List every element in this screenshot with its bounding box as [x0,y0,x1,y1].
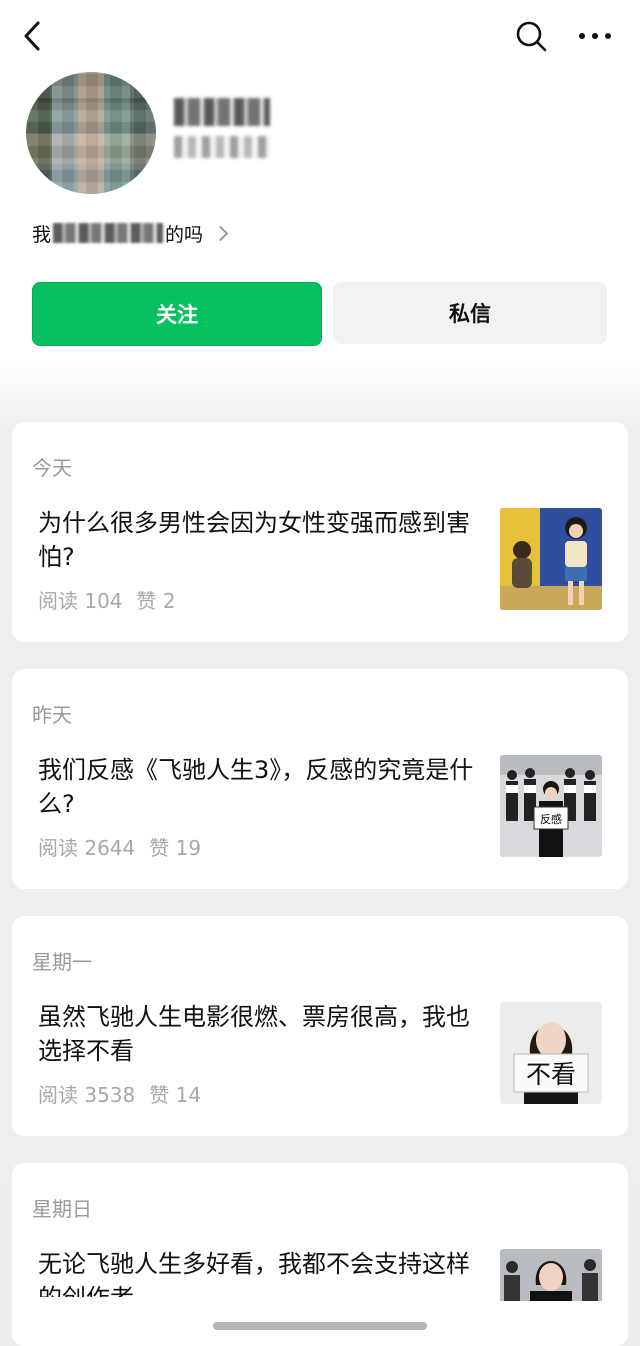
profile-name-redacted [174,98,270,126]
article-date: 星期一 [32,950,92,974]
message-button[interactable]: 私信 [333,282,607,344]
like-count: 赞 14 [149,1083,202,1107]
article-card[interactable]: 星期日 无论飞驰人生多好看，我都不会支持这样的创作者 [12,1163,628,1346]
like-count: 赞 19 [149,836,202,860]
read-count: 阅读 104 [38,589,123,613]
article-date: 星期日 [32,1197,92,1221]
article-card[interactable]: 昨天 我们反感《飞驰人生3》，反感的究竟是什么? 阅读 2644 赞 19 反感 [12,669,628,889]
more-horizontal-icon [579,33,611,39]
article-title: 我们反感《飞驰人生3》，反感的究竟是什么? [38,756,474,818]
read-count: 阅读 3538 [38,1083,136,1107]
article-card[interactable]: 今天 为什么很多男性会因为女性变强而感到害怕? 阅读 104 赞 2 [12,422,628,642]
top-bar [0,0,640,70]
person-sign-image: 不看 [500,1002,602,1104]
avatar[interactable] [26,72,156,194]
search-button[interactable] [508,14,554,58]
chevron-left-icon [24,21,40,51]
bio-text-start: 我 [32,223,52,246]
like-count: 赞 2 [136,589,176,613]
article-title: 为什么很多男性会因为女性变强而感到害怕? [38,509,470,571]
protest-photo-image: 反感 [500,755,602,857]
crowd-photo-image [500,1249,602,1301]
article-thumbnail [500,1249,602,1301]
follow-button[interactable]: 关注 [32,282,322,346]
profile-bio[interactable]: 我 的吗 [32,218,229,248]
search-icon [516,21,547,52]
sign-text: 不看 [526,1060,576,1089]
bio-text-end: 的吗 [165,223,204,246]
article-thumbnail: 不看 [500,1002,602,1104]
bio-redacted [53,223,164,243]
article-thumbnail [500,508,602,610]
article-date: 今天 [32,456,72,480]
sign-text: 反感 [540,813,562,826]
article-meta: 阅读 104 赞 2 [38,585,190,614]
profile-id-redacted [174,136,270,158]
article-meta: 阅读 3538 赞 14 [38,1079,215,1108]
back-button[interactable] [12,14,52,58]
illustration-image [500,508,602,610]
article-title: 虽然飞驰人生电影很燃、票房很高，我也选择不看 [38,1003,470,1065]
home-indicator[interactable] [213,1322,427,1330]
more-button[interactable] [572,14,618,58]
chevron-right-icon [212,225,229,241]
article-thumbnail: 反感 [500,755,602,857]
read-count: 阅读 2644 [38,836,136,860]
article-card[interactable]: 星期一 虽然飞驰人生电影很燃、票房很高，我也选择不看 阅读 3538 赞 14 不… [12,916,628,1136]
article-meta: 阅读 2644 赞 19 [38,832,215,861]
article-title: 无论飞驰人生多好看，我都不会支持这样的创作者 [38,1250,470,1297]
article-date: 昨天 [32,703,72,727]
